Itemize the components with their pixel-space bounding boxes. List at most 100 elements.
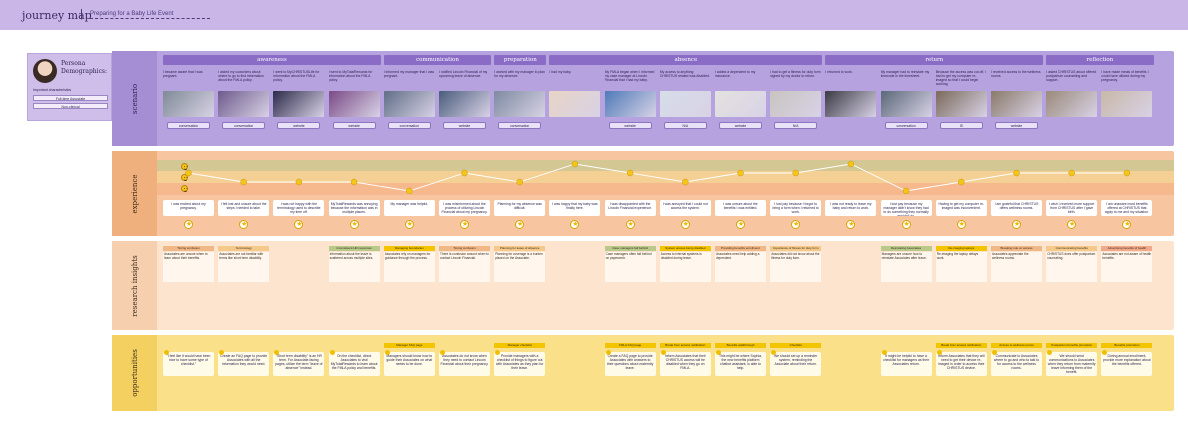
insight-body: Case managers often fall behind on paper… bbox=[604, 252, 656, 282]
channel-button[interactable]: N/A bbox=[663, 122, 707, 129]
scenario-step: Because the access was cut off, I had to… bbox=[935, 70, 987, 132]
scenario-text: I had my baby. bbox=[549, 70, 572, 74]
opportunity-body: Managers should know how to guide their … bbox=[383, 352, 435, 376]
scenario-image bbox=[163, 91, 214, 117]
scenario-image bbox=[383, 91, 435, 117]
insight-body: Managers are unsure how to reinstate Ass… bbox=[880, 252, 932, 282]
star-icon[interactable] bbox=[460, 220, 469, 229]
persona-photo bbox=[33, 59, 57, 83]
experience-quote: I was disappointed with the Lincoln Fina… bbox=[604, 200, 656, 216]
opportunity-body: Inform Associates that their CHRISTUS ac… bbox=[659, 352, 711, 376]
opportunity-heading: FMLA FAQ page bbox=[604, 343, 656, 348]
opportunity-heading: Manager FAQ page bbox=[383, 343, 435, 348]
channel-button[interactable]: website bbox=[277, 122, 321, 129]
star-icon[interactable] bbox=[184, 220, 193, 229]
channel-button[interactable]: conversation bbox=[498, 122, 542, 129]
channel-button[interactable]: website bbox=[995, 122, 1038, 129]
emotion-face-icon bbox=[1013, 169, 1020, 177]
opportunity-body: Provide managers with a checklist of thi… bbox=[494, 352, 546, 376]
opportunity-heading: Checklist bbox=[770, 343, 822, 348]
channel-button[interactable]: N/A bbox=[774, 122, 818, 129]
insight-heading: Providing benefits enrollment assistance bbox=[715, 246, 766, 255]
emotion-face-icon bbox=[958, 178, 965, 186]
channel-button[interactable]: website bbox=[719, 122, 762, 129]
channel-button[interactable]: IS bbox=[939, 122, 983, 129]
star-icon[interactable] bbox=[625, 220, 635, 229]
phase-preparation: preparation bbox=[494, 55, 547, 65]
channel-button[interactable]: conversation bbox=[387, 122, 431, 129]
lane-label-insights: research insights bbox=[130, 254, 139, 317]
experience-quote: Having to get my computer re-imaged was … bbox=[935, 200, 987, 216]
experience-quote: I was misinformed about the process of u… bbox=[439, 200, 490, 216]
star-icon[interactable] bbox=[680, 220, 690, 229]
channel-button[interactable]: conversation bbox=[222, 122, 266, 129]
channel-button[interactable]: conversation bbox=[167, 122, 210, 129]
star-icon[interactable] bbox=[956, 220, 966, 229]
channel-button[interactable]: website bbox=[332, 122, 376, 129]
insight-heading: Timing confusion bbox=[163, 246, 214, 251]
insight-body: CHRISTUS does offer postpartum counselin… bbox=[1046, 252, 1098, 282]
emotion-face-icon bbox=[1068, 169, 1075, 177]
opportunity-dot bbox=[164, 350, 169, 355]
insight-heading: Case managers fall behind bbox=[604, 246, 656, 251]
emotion-face-icon bbox=[461, 169, 468, 177]
scenario-image bbox=[328, 91, 380, 117]
header-bar: journey map | Preparing for a Baby Life … bbox=[0, 0, 1188, 30]
page-subtitle: Preparing for a Baby Life Event bbox=[90, 11, 210, 19]
scenario-step: I informed my manager that I was pregnan… bbox=[383, 70, 435, 132]
persona-card: Persona Demographics: Important characte… bbox=[27, 53, 112, 121]
scenario-image bbox=[935, 91, 987, 117]
opportunity-card: Break from access notification Inform Ass… bbox=[935, 343, 987, 405]
experience-quote: I was annoyed that I could not access th… bbox=[659, 200, 711, 216]
star-icon[interactable] bbox=[1012, 220, 1021, 229]
star-icon[interactable] bbox=[1122, 220, 1132, 229]
star-icon[interactable] bbox=[1067, 220, 1077, 229]
insight-heading: Communicating benefits bbox=[1046, 246, 1098, 251]
persona-tag: Non-clinical bbox=[33, 103, 108, 109]
lane-label-opportunities: opportunities bbox=[130, 349, 139, 397]
opportunity-body: Create an FAQ page to provide Associates… bbox=[218, 352, 270, 376]
opportunity-dot bbox=[384, 350, 390, 355]
emotion-face-icon bbox=[626, 169, 634, 177]
star-icon[interactable] bbox=[404, 220, 414, 229]
experience-quote: I was excited about my pregnancy. bbox=[163, 200, 214, 216]
star-icon[interactable] bbox=[515, 220, 525, 229]
channel-button[interactable]: conversation bbox=[884, 122, 928, 129]
scenario-step: My manager had to reinstate my timecode … bbox=[880, 70, 932, 132]
star-icon[interactable] bbox=[239, 220, 249, 229]
insight-card: Case managers fall behind Case managers o… bbox=[604, 246, 656, 286]
insight-heading: Inconsistent HR resources bbox=[328, 246, 380, 251]
insight-card: Breaking rule on access Associates apprec… bbox=[991, 246, 1042, 286]
star-icon[interactable] bbox=[846, 220, 856, 229]
insight-card: Timing confusion Associates are unsure wh… bbox=[163, 246, 214, 286]
scenario-step: I returned to work. bbox=[825, 70, 877, 132]
scenario-text: I received access to the wellness rooms. bbox=[991, 70, 1041, 78]
insight-body: Associates are not aware of health benef… bbox=[1101, 252, 1153, 282]
channel-button[interactable]: website bbox=[608, 122, 652, 129]
title-separator: | bbox=[80, 8, 83, 20]
opportunity-card: Access to wellness rooms Communicate to A… bbox=[991, 343, 1042, 405]
star-icon[interactable] bbox=[349, 220, 359, 229]
star-icon[interactable] bbox=[791, 220, 801, 229]
scenario-text: I added a dependent to my insurance. bbox=[715, 70, 756, 78]
opportunity-body: It might be helpful to have a checklist … bbox=[880, 352, 932, 376]
insight-card: Planning for leave of absence Planning fo… bbox=[494, 246, 546, 286]
scenario-text: I worked with my manager to plan for my … bbox=[494, 70, 545, 78]
opportunity-heading: Break from access notification bbox=[659, 343, 711, 348]
emotion-face-icon bbox=[185, 169, 192, 177]
channel-button[interactable]: website bbox=[443, 122, 486, 129]
star-icon[interactable] bbox=[901, 220, 911, 229]
star-icon[interactable] bbox=[736, 220, 745, 229]
scenario-step: I have made meals of benefits I could ha… bbox=[1101, 70, 1153, 132]
opportunity-dot bbox=[881, 350, 887, 355]
star-icon[interactable] bbox=[570, 220, 580, 229]
opportunity-card: Manager FAQ page Managers should know how… bbox=[383, 343, 435, 405]
star-icon[interactable] bbox=[294, 220, 304, 229]
persona-name: Persona bbox=[61, 60, 86, 67]
experience-quote: I wish I received more support from CHRI… bbox=[1046, 200, 1098, 216]
insight-heading: System access being disabled bbox=[659, 246, 711, 251]
opportunity-heading: Postpartum benefits promotion bbox=[1046, 343, 1098, 348]
persona-characteristics-label: Important characteristics bbox=[33, 88, 72, 92]
opportunity-dot bbox=[329, 350, 335, 355]
insight-heading: Reinstating Associates bbox=[880, 246, 932, 251]
